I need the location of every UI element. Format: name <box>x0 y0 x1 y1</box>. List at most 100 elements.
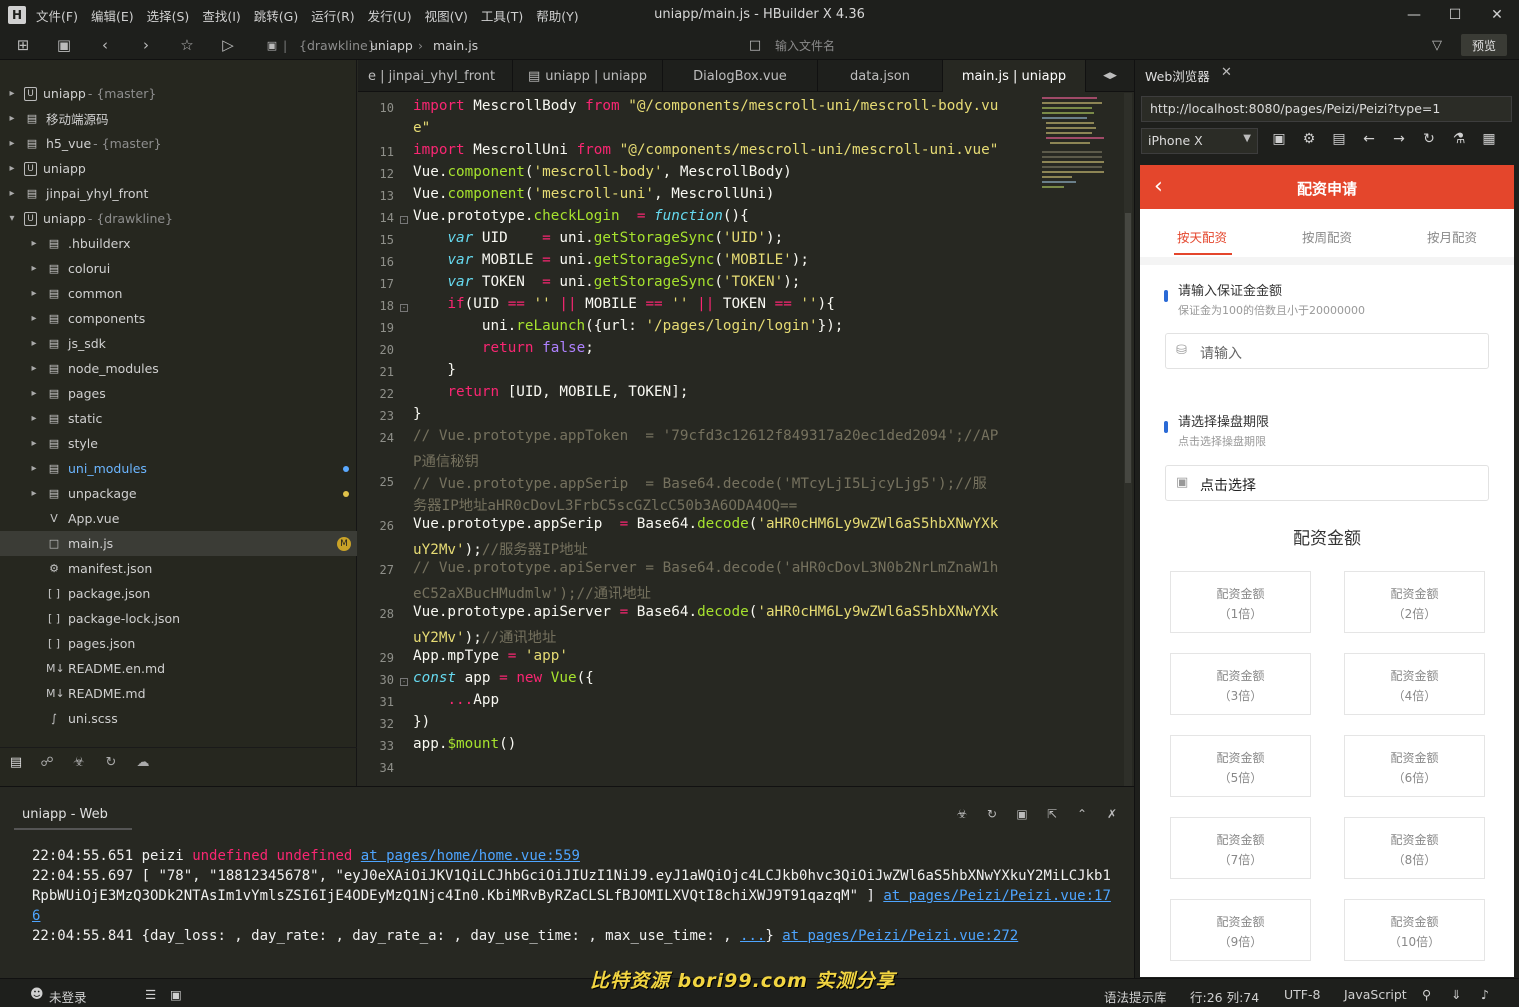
plugins-icon[interactable]: ☍ <box>38 755 56 771</box>
new-file-icon[interactable]: ⊞ <box>13 35 33 55</box>
browser-tab[interactable]: Web浏览器 <box>1145 66 1210 85</box>
tree-item[interactable]: ▸ ▤ unpackage <box>0 481 357 506</box>
tree-item[interactable]: ▸ ▤ 移动端源码 <box>0 106 357 131</box>
tab-main-js[interactable]: main.js | uniapp <box>943 60 1086 92</box>
menu-help[interactable]: 帮助(Y) <box>536 6 578 25</box>
forward-arrow-icon[interactable]: › <box>136 35 156 55</box>
collapse-up-icon[interactable]: ⌃ <box>1073 807 1091 823</box>
explorer-icon[interactable]: ▤ <box>7 755 25 771</box>
lock-icon[interactable]: ⚗ <box>1449 131 1469 151</box>
tab-dialogbox[interactable]: DialogBox.vue <box>663 60 818 92</box>
tree-item[interactable]: ▸ Uuniapp - {master} <box>0 81 357 106</box>
settings-icon[interactable]: ⚙ <box>1299 131 1319 151</box>
tab-daily[interactable]: 按天配资 <box>1152 227 1252 246</box>
refresh-icon[interactable]: ↻ <box>1419 131 1439 151</box>
console-tab[interactable]: uniapp - Web <box>22 807 108 822</box>
tab-jinpai[interactable]: e | jinpai_yhyl_front <box>358 60 513 92</box>
tree-item[interactable]: ▸ ▤ .hbuilderx <box>0 231 357 256</box>
close-icon[interactable]: ✕ <box>1221 65 1232 80</box>
filter-icon[interactable]: ▽ <box>1427 35 1447 55</box>
code-editor[interactable]: 10 11 12 13 14 15 16 17 18 19 20 21 22 2… <box>358 93 1134 786</box>
back-arrow-icon[interactable]: ‹ <box>95 35 115 55</box>
fold-icon[interactable]: - <box>400 216 408 224</box>
cursor-position[interactable]: 行:26 列:74 <box>1190 987 1259 1006</box>
editor-scrollbar-thumb[interactable] <box>1125 213 1131 483</box>
preview-button[interactable]: 预览 <box>1461 34 1507 56</box>
tree-item[interactable]: M↓ README.en.md <box>0 656 357 681</box>
star-icon[interactable]: ☆ <box>177 35 197 55</box>
git-icon[interactable]: ↻ <box>102 755 120 771</box>
cloud-icon[interactable]: ☁ <box>134 755 152 771</box>
code-minimap[interactable] <box>1038 93 1108 213</box>
breadcrumb-project[interactable]: {drawkline} <box>299 38 376 53</box>
terminal-icon[interactable]: ▣ <box>170 987 182 1002</box>
list-icon[interactable]: ☰ <box>145 987 156 1002</box>
period-select[interactable]: ▣ 点击选择 <box>1165 465 1489 501</box>
user-icon[interactable]: ☻ <box>30 987 44 1002</box>
tree-item[interactable]: [ ] package.json <box>0 581 357 606</box>
amount-card[interactable]: 配资金额 （1倍） <box>1170 571 1311 633</box>
forward-arrow-icon[interactable]: → <box>1389 131 1409 151</box>
log-source-link[interactable]: at pages/Peizi/Peizi.vue:272 <box>782 928 1018 944</box>
amount-card[interactable]: 配资金额 （10倍） <box>1344 899 1485 961</box>
log-source-link[interactable]: at pages/home/home.vue:559 <box>361 848 580 864</box>
tree-item[interactable]: ▸ ▤ h5_vue - {master} <box>0 131 357 156</box>
tab-weekly[interactable]: 按周配资 <box>1277 227 1377 246</box>
language-mode[interactable]: JavaScript <box>1344 987 1407 1002</box>
maximize-icon[interactable]: ☐ <box>1445 5 1465 25</box>
amount-card[interactable]: 配资金额 （2倍） <box>1344 571 1485 633</box>
tab-data-json[interactable]: data.json <box>818 60 943 92</box>
deposit-input[interactable]: ⛁ 请输入 <box>1165 333 1489 369</box>
menu-publish[interactable]: 发行(U) <box>368 6 412 25</box>
tree-item[interactable]: ▸ ▤ js_sdk <box>0 331 357 356</box>
tab-monthly[interactable]: 按月配资 <box>1402 227 1502 246</box>
tree-item[interactable]: ∫ uni.scss <box>0 706 357 731</box>
tree-item[interactable]: [ ] package-lock.json <box>0 606 357 631</box>
login-status[interactable]: 未登录 <box>49 987 87 1006</box>
fold-icon[interactable]: - <box>400 304 408 312</box>
tree-item[interactable]: ▸ ▤ node_modules <box>0 356 357 381</box>
search-icon[interactable]: ⚲ <box>1422 987 1431 1002</box>
tab-scroll-icon[interactable]: ◀▶ <box>1100 60 1120 92</box>
menu-goto[interactable]: 跳转(G) <box>254 6 298 25</box>
tree-item-selected[interactable]: □ main.js M <box>0 531 357 556</box>
editor-scrollbar[interactable] <box>1124 93 1132 786</box>
tree-item[interactable]: ▸ ▤ jinpai_yhyl_front <box>0 181 357 206</box>
menu-edit[interactable]: 编辑(E) <box>91 6 134 25</box>
tree-item[interactable]: V App.vue <box>0 506 357 531</box>
amount-card[interactable]: 配资金额 （5倍） <box>1170 735 1311 797</box>
tree-item[interactable]: ▾ Uuniapp - {drawkline} <box>0 206 357 231</box>
clear-icon[interactable]: ✗ <box>1103 807 1121 823</box>
save-icon[interactable]: ▣ <box>54 35 74 55</box>
log-expand-link[interactable]: ... <box>740 928 765 944</box>
amount-card[interactable]: 配资金额 （3倍） <box>1170 653 1311 715</box>
device-select[interactable]: iPhone X ▼ <box>1141 128 1258 154</box>
breadcrumb-file[interactable]: main.js <box>433 38 478 53</box>
menu-file[interactable]: 文件(F) <box>36 6 78 25</box>
tree-item[interactable]: ▸ ▤ components <box>0 306 357 331</box>
restart-icon[interactable]: ↻ <box>983 807 1001 823</box>
tree-item[interactable]: ▸ ▤ pages <box>0 381 357 406</box>
tree-item[interactable]: M↓ README.md <box>0 681 357 706</box>
menu-find[interactable]: 查找(I) <box>202 6 240 25</box>
amount-card[interactable]: 配资金额 （8倍） <box>1344 817 1485 879</box>
menu-select[interactable]: 选择(S) <box>147 6 190 25</box>
fold-icon[interactable]: - <box>400 678 408 686</box>
tree-item[interactable]: ⚙ manifest.json <box>0 556 357 581</box>
amount-card[interactable]: 配资金额 （4倍） <box>1344 653 1485 715</box>
screenshot-icon[interactable]: ▣ <box>1269 131 1289 151</box>
file-search-input[interactable]: 输入文件名 <box>775 37 835 54</box>
amount-card[interactable]: 配资金额 （9倍） <box>1170 899 1311 961</box>
tree-item[interactable]: ▸ ▤ style <box>0 431 357 456</box>
minimize-icon[interactable]: — <box>1404 5 1424 25</box>
run-icon[interactable]: ▷ <box>218 35 238 55</box>
back-arrow-icon[interactable]: ← <box>1359 131 1379 151</box>
qrcode-icon[interactable]: ▦ <box>1479 131 1499 151</box>
tree-item[interactable]: ▸ Uuniapp <box>0 156 357 181</box>
encoding[interactable]: UTF-8 <box>1284 987 1320 1002</box>
export-icon[interactable]: ⇱ <box>1043 807 1061 823</box>
breadcrumb-root[interactable]: uniapp <box>370 38 413 53</box>
debug-icon[interactable]: ☣ <box>70 755 88 771</box>
tree-item[interactable]: ▸ ▤ uni_modules <box>0 456 357 481</box>
close-icon[interactable]: ✕ <box>1487 5 1507 25</box>
